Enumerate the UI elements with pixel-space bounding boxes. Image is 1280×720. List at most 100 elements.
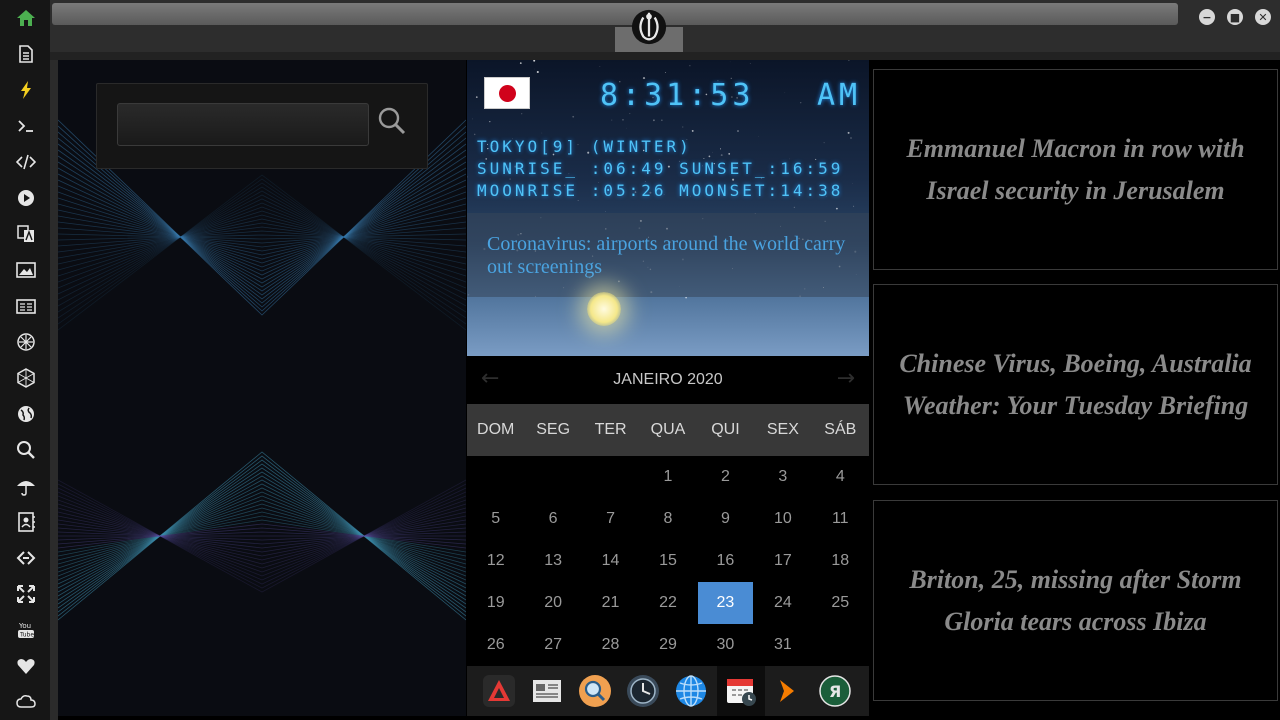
umbrella-icon[interactable]	[8, 471, 44, 501]
day-cell[interactable]: 28	[582, 624, 639, 666]
day-grid: 1 2 3 4 5 6 7 8 9 10 11 12 13 14 15 16 17 18 19 20 21 22 23 24 2…	[467, 456, 869, 666]
bolt-icon[interactable]	[8, 75, 44, 105]
news-card[interactable]: Chinese Virus, Boeing, Australia Weather…	[873, 284, 1278, 485]
day-cell[interactable]: 2	[697, 456, 754, 498]
sidebar: You Tube	[0, 0, 50, 720]
svg-text:Tube: Tube	[19, 632, 34, 639]
day-cell[interactable]: 20	[524, 582, 581, 624]
day-cell[interactable]: 7	[582, 498, 639, 540]
youtube-icon[interactable]: You Tube	[8, 615, 44, 645]
calendar-app-icon[interactable]	[717, 666, 765, 716]
red-triangle-app-icon[interactable]	[479, 671, 519, 711]
dock: Я	[467, 666, 869, 716]
day-cell[interactable]: 25	[812, 582, 869, 624]
clock-widget: 8:31:53 AM TOKYO[9] (WINTER) SUNRISE_ :0…	[467, 60, 869, 356]
divider	[50, 52, 1280, 60]
day-cell[interactable]: 16	[697, 540, 754, 582]
day-cell[interactable]: 19	[467, 582, 524, 624]
document-icon[interactable]	[8, 39, 44, 69]
empty-day-cell	[524, 456, 581, 498]
day-cell[interactable]: 17	[754, 540, 811, 582]
news-headline: Chinese Virus, Boeing, Australia Weather…	[899, 348, 1252, 420]
day-cell[interactable]: 1	[639, 456, 696, 498]
day-cell[interactable]: 29	[639, 624, 696, 666]
calendar-title: JANEIRO 2020	[613, 371, 723, 388]
title-field[interactable]	[52, 3, 1178, 25]
svg-text:Я: Я	[829, 682, 841, 701]
hexagon-icon[interactable]	[8, 363, 44, 393]
heart-icon[interactable]	[8, 651, 44, 681]
day-cell[interactable]: 31	[754, 624, 811, 666]
globe-app-icon[interactable]	[671, 671, 711, 711]
link-icon[interactable]	[8, 543, 44, 573]
clock-time: 8:31:53	[600, 78, 755, 113]
day-cell[interactable]: 26	[467, 624, 524, 666]
weekday-label: QUA	[650, 421, 686, 438]
moon-icon	[587, 292, 621, 326]
day-cell[interactable]: 13	[524, 540, 581, 582]
day-cell[interactable]: 27	[524, 624, 581, 666]
search-input[interactable]	[117, 103, 369, 146]
search-icon[interactable]	[8, 435, 44, 465]
day-cell[interactable]: 10	[754, 498, 811, 540]
magnifier-icon	[378, 107, 406, 135]
fullscreen-icon[interactable]	[8, 579, 44, 609]
search-button[interactable]	[377, 106, 413, 142]
news-headline: Briton, 25, missing after Storm Gloria t…	[909, 564, 1242, 636]
empty-day-cell	[467, 456, 524, 498]
weekday-label: SEX	[766, 421, 799, 438]
search-app-icon[interactable]	[575, 671, 615, 711]
cloud-icon[interactable]	[8, 687, 44, 717]
contacts-icon[interactable]	[8, 507, 44, 537]
minimize-button[interactable]: −	[1199, 9, 1215, 25]
calendar-header: ← JANEIRO 2020 →	[467, 356, 869, 404]
rebel-alliance-icon	[631, 9, 667, 45]
play-icon[interactable]	[8, 183, 44, 213]
weekday-label: TER	[594, 421, 627, 438]
code-icon[interactable]	[8, 147, 44, 177]
day-cell[interactable]: 11	[812, 498, 869, 540]
news-card[interactable]: Emmanuel Macron in row with Israel secur…	[873, 69, 1278, 270]
day-cell[interactable]: 4	[812, 456, 869, 498]
globe-icon[interactable]	[8, 399, 44, 429]
top-bar: − ■ ✕	[50, 0, 1280, 52]
clock-app-icon[interactable]	[623, 671, 663, 711]
newspaper-app-icon[interactable]	[527, 671, 567, 711]
news-card[interactable]: Briton, 25, missing after Storm Gloria t…	[873, 500, 1278, 701]
news-icon[interactable]	[8, 291, 44, 321]
close-button[interactable]: ✕	[1255, 9, 1271, 25]
maximize-button[interactable]: ■	[1227, 9, 1243, 25]
next-month-arrow-icon[interactable]: →	[837, 366, 855, 391]
day-cell[interactable]: 12	[467, 540, 524, 582]
day-cell[interactable]: 18	[812, 540, 869, 582]
svg-text:You: You	[18, 622, 31, 630]
weekday-label: DOM	[477, 421, 515, 438]
weekday-row: DOM SEG TER QUA QUI SEX SÁB	[467, 404, 869, 456]
arrow-app-icon[interactable]	[767, 671, 807, 711]
day-cell[interactable]: 22	[639, 582, 696, 624]
decorative-panel	[58, 60, 466, 716]
jedi-icon[interactable]	[8, 327, 44, 357]
day-cell[interactable]: 30	[697, 624, 754, 666]
search-box	[96, 83, 428, 169]
sun-line: SUNRISE_ :06:49 SUNSET_:16:59	[477, 159, 844, 178]
day-cell[interactable]: 21	[582, 582, 639, 624]
translate-icon[interactable]	[8, 219, 44, 249]
day-cell[interactable]: 24	[754, 582, 811, 624]
yandex-app-icon[interactable]: Я	[815, 671, 855, 711]
today-cell[interactable]: 23	[697, 582, 754, 624]
home-icon[interactable]	[8, 3, 44, 33]
japan-flag-icon	[484, 77, 530, 109]
day-cell[interactable]: 3	[754, 456, 811, 498]
day-cell[interactable]: 5	[467, 498, 524, 540]
terminal-icon[interactable]	[8, 111, 44, 141]
headline-link[interactable]: Coronavirus: airports around the world c…	[487, 233, 859, 279]
day-cell[interactable]: 9	[697, 498, 754, 540]
day-cell[interactable]: 15	[639, 540, 696, 582]
weekday-label: SEG	[536, 421, 571, 438]
day-cell[interactable]: 6	[524, 498, 581, 540]
weekday-label: QUI	[711, 421, 740, 438]
day-cell[interactable]: 8	[639, 498, 696, 540]
image-icon[interactable]	[8, 255, 44, 285]
day-cell[interactable]: 14	[582, 540, 639, 582]
